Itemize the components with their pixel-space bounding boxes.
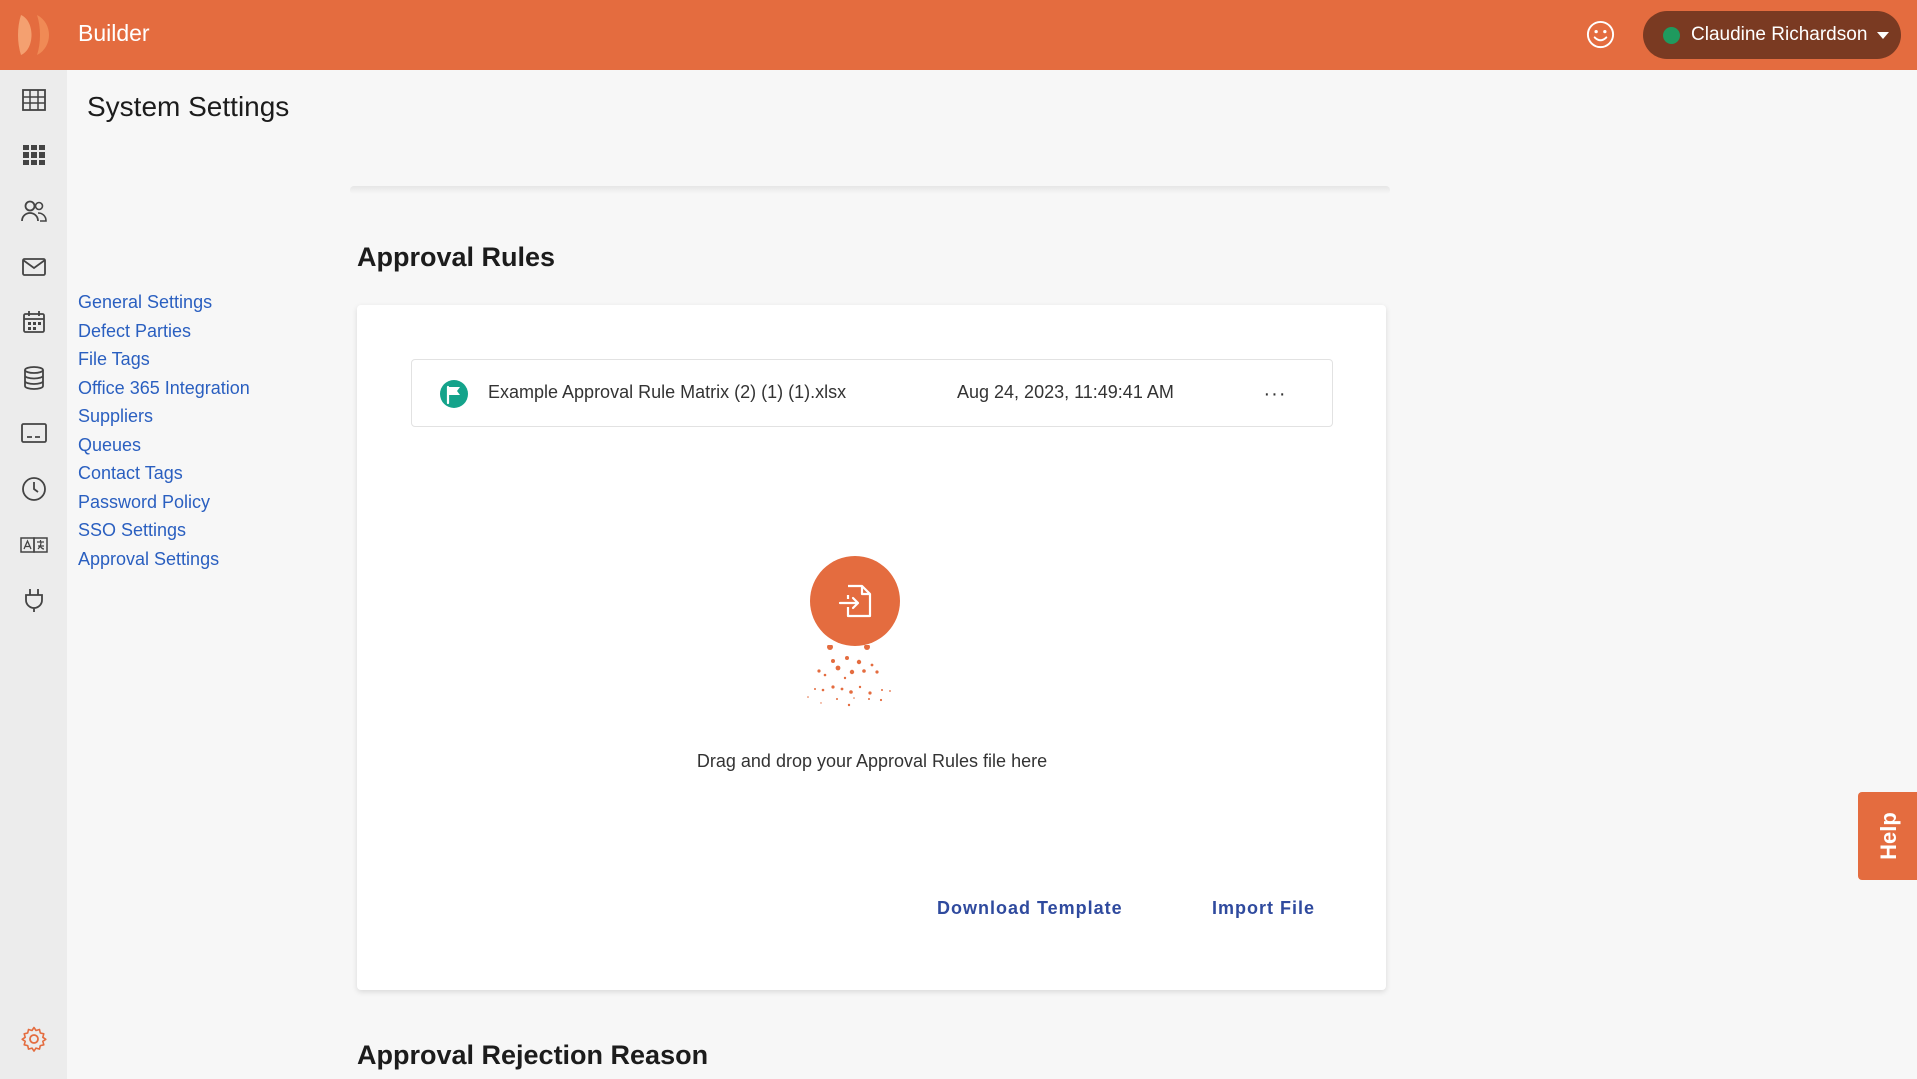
translate-icon[interactable] bbox=[18, 529, 49, 560]
settings-nav: General Settings Defect Parties File Tag… bbox=[78, 288, 250, 573]
plug-icon[interactable] bbox=[18, 584, 49, 615]
settings-nav-contact-tags[interactable]: Contact Tags bbox=[78, 459, 250, 488]
help-button[interactable]: Help bbox=[1858, 792, 1917, 880]
approval-rules-card: Example Approval Rule Matrix (2) (1) (1)… bbox=[357, 305, 1386, 990]
more-options-button[interactable]: ··· bbox=[1257, 376, 1293, 412]
drop-instructions: Drag and drop your Approval Rules file h… bbox=[696, 751, 1048, 771]
settings-nav-approval-settings[interactable]: Approval Settings bbox=[78, 545, 250, 574]
settings-nav-defect-parties[interactable]: Defect Parties bbox=[78, 317, 250, 346]
import-file-button[interactable]: Import File bbox=[1212, 898, 1315, 919]
status-dot bbox=[1663, 26, 1680, 44]
logo-icon[interactable] bbox=[17, 13, 61, 57]
help-label: Help bbox=[1876, 812, 1901, 860]
section-divider bbox=[350, 186, 1390, 194]
left-rail bbox=[0, 70, 67, 1079]
chevron-down-icon bbox=[1877, 31, 1890, 39]
top-bar: Builder Claudine Richardson bbox=[0, 0, 1917, 70]
settings-nav-general-settings[interactable]: General Settings bbox=[78, 288, 250, 317]
database-icon[interactable] bbox=[18, 362, 49, 393]
mail-icon[interactable] bbox=[18, 251, 49, 282]
settings-nav-queues[interactable]: Queues bbox=[78, 431, 250, 460]
gear-icon[interactable] bbox=[20, 1025, 48, 1053]
settings-nav-suppliers[interactable]: Suppliers bbox=[78, 402, 250, 431]
clock-icon[interactable] bbox=[18, 473, 49, 504]
file-import-icon bbox=[838, 584, 872, 618]
settings-nav-sso-settings[interactable]: SSO Settings bbox=[78, 516, 250, 545]
calendar-icon[interactable] bbox=[18, 306, 49, 337]
app-title: Builder bbox=[78, 20, 150, 46]
settings-nav-file-tags[interactable]: File Tags bbox=[78, 345, 250, 374]
table-icon[interactable] bbox=[18, 84, 49, 115]
user-menu-button[interactable]: Claudine Richardson bbox=[1643, 11, 1901, 59]
grid-icon[interactable] bbox=[18, 139, 49, 170]
approval-rules-title: Approval Rules bbox=[357, 242, 556, 272]
page-title: System Settings bbox=[87, 91, 290, 122]
smiley-icon[interactable] bbox=[1585, 19, 1616, 50]
settings-nav-office-365-integration[interactable]: Office 365 Integration bbox=[78, 374, 250, 403]
particle-dots-icon bbox=[807, 645, 891, 707]
file-drop-zone[interactable]: Drag and drop your Approval Rules file h… bbox=[687, 545, 1057, 805]
uploaded-file-row[interactable]: Example Approval Rule Matrix (2) (1) (1)… bbox=[411, 359, 1333, 427]
download-template-button[interactable]: Download Template bbox=[937, 898, 1123, 919]
terminal-icon[interactable] bbox=[18, 417, 49, 448]
settings-nav-password-policy[interactable]: Password Policy bbox=[78, 488, 250, 517]
users-icon[interactable] bbox=[18, 195, 49, 226]
file-name: Example Approval Rule Matrix (2) (1) (1)… bbox=[488, 382, 847, 402]
file-date: Aug 24, 2023, 11:49:41 AM bbox=[957, 382, 1174, 402]
upload-button[interactable] bbox=[810, 556, 900, 646]
flag-icon bbox=[440, 380, 468, 408]
approval-rejection-reason-title: Approval Rejection Reason bbox=[357, 1040, 709, 1070]
user-name: Claudine Richardson bbox=[1691, 24, 1868, 45]
